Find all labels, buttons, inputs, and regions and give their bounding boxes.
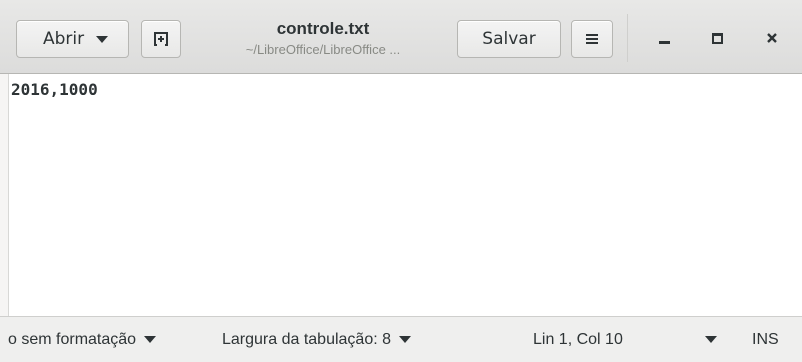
position-menu-button[interactable] xyxy=(697,317,717,362)
minimize-icon xyxy=(658,40,670,44)
cursor-position: Lin 1, Col 10 xyxy=(533,317,623,362)
insert-mode-label: INS xyxy=(752,330,779,348)
status-bar: o sem formatação Largura da tabulação: 8… xyxy=(0,316,802,362)
language-label: o sem formatação xyxy=(8,330,137,348)
text-editor-area[interactable]: 2016,1000 xyxy=(0,74,802,316)
editor-gutter xyxy=(0,74,9,316)
close-icon xyxy=(767,33,777,43)
window-subtitle-path: ~/LibreOffice/LibreOffice ... xyxy=(245,42,401,57)
close-button[interactable] xyxy=(758,24,786,52)
header-separator xyxy=(627,14,628,62)
open-button[interactable]: Abrir xyxy=(16,20,129,58)
open-button-label: Abrir xyxy=(42,29,85,49)
save-button-label: Salvar xyxy=(482,29,536,49)
new-tab-button[interactable] xyxy=(141,20,181,58)
window-title: controle.txt xyxy=(276,19,370,38)
save-button[interactable]: Salvar xyxy=(457,20,561,58)
chevron-down-icon xyxy=(399,336,412,343)
window-title-block: controle.txt ~/LibreOffice/LibreOffice .… xyxy=(204,18,442,59)
chevron-down-icon xyxy=(96,35,109,43)
chevron-down-icon xyxy=(144,336,157,343)
menu-button[interactable] xyxy=(571,20,613,58)
chevron-down-icon xyxy=(705,336,717,343)
tab-width-label: Largura da tabulação: 8 xyxy=(222,330,392,348)
maximize-icon xyxy=(711,32,723,44)
hamburger-menu-icon xyxy=(586,34,598,44)
language-selector[interactable]: o sem formatação xyxy=(8,317,157,362)
new-document-icon xyxy=(154,32,168,46)
editor-line-1[interactable]: 2016,1000 xyxy=(11,80,98,99)
tab-width-selector[interactable]: Largura da tabulação: 8 xyxy=(222,317,412,362)
maximize-button[interactable] xyxy=(703,24,731,52)
header-bar: Abrir controle.txt ~/LibreOffice/LibreOf… xyxy=(0,0,802,74)
minimize-button[interactable] xyxy=(650,24,678,52)
cursor-position-label: Lin 1, Col 10 xyxy=(533,330,623,348)
insert-mode-indicator[interactable]: INS xyxy=(752,317,779,362)
